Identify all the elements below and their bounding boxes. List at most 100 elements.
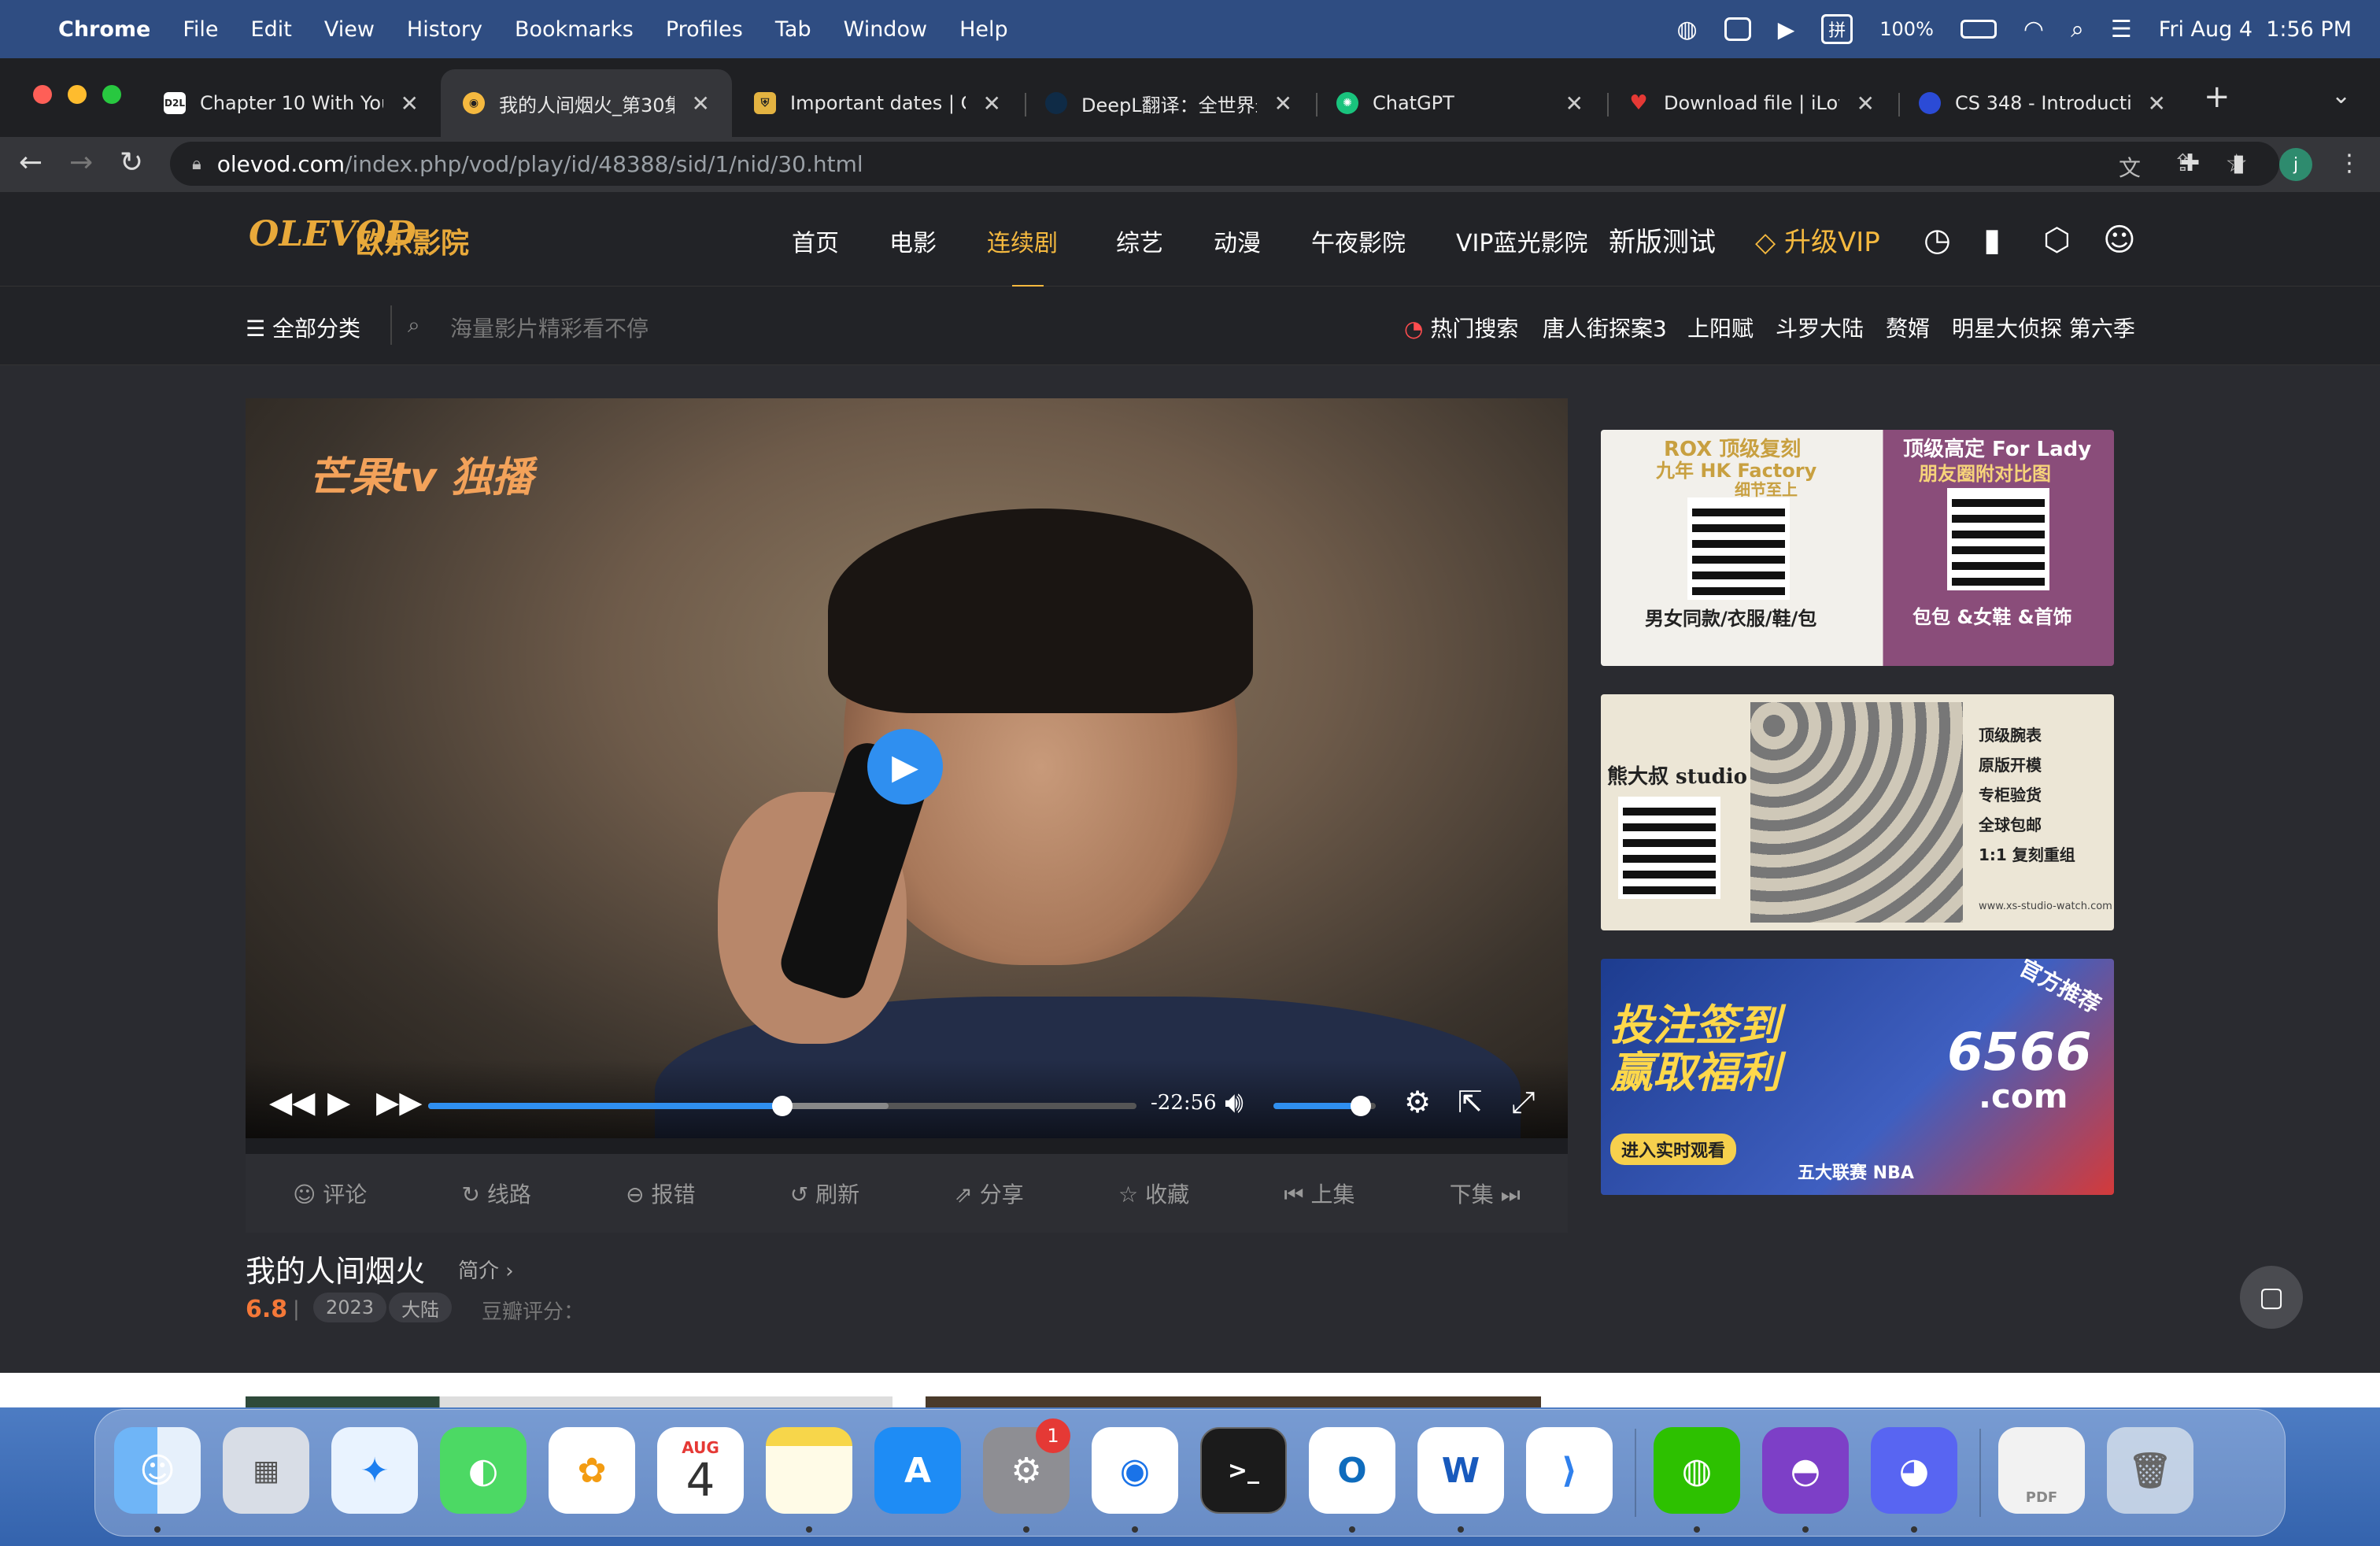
- word-icon[interactable]: W: [1417, 1427, 1504, 1514]
- tab-olevod[interactable]: ◉ 我的人间烟火_第30集 ✕: [441, 69, 732, 137]
- nav-midnight[interactable]: 午夜影院: [1311, 224, 1406, 258]
- spotlight-search-icon[interactable]: ⌕: [2071, 16, 2084, 43]
- chrome-menu-icon[interactable]: ⋮: [2338, 150, 2361, 177]
- upgrade-vip-link[interactable]: ◇ 升级VIP: [1755, 220, 1880, 259]
- address-bar[interactable]: 🔒︎ olevod.com /index.php/vod/play/id/483…: [170, 142, 2279, 186]
- outlook-status-icon[interactable]: [1724, 17, 1751, 41]
- tab-close-icon[interactable]: ✕: [1565, 91, 1584, 117]
- region-tag[interactable]: 大陆: [389, 1293, 452, 1322]
- pdf-document-icon[interactable]: PDF: [1998, 1427, 2085, 1514]
- menu-bookmarks[interactable]: Bookmarks: [515, 17, 634, 42]
- input-method-icon[interactable]: 拼: [1821, 14, 1853, 44]
- tab-search-chevron-icon[interactable]: ⌄: [2331, 82, 2351, 109]
- notes-icon[interactable]: [766, 1427, 852, 1514]
- cube-icon[interactable]: ⬡: [2043, 222, 2071, 258]
- tab-close-icon[interactable]: ✕: [983, 91, 1001, 117]
- media-play-status-icon[interactable]: ▶: [1778, 17, 1795, 43]
- tab-chapter-10[interactable]: D2L Chapter 10 With You ✕: [142, 69, 441, 137]
- all-categories-button[interactable]: ☰ 全部分类: [246, 312, 360, 343]
- control-center-icon[interactable]: ☰: [2111, 16, 2132, 43]
- terminal-icon[interactable]: >_: [1200, 1427, 1287, 1514]
- wechat-status-icon[interactable]: ◍: [1677, 16, 1698, 43]
- site-logo-cn[interactable]: 欧乐影院: [356, 220, 469, 261]
- hot-search-item[interactable]: 赘婿: [1886, 312, 1930, 343]
- favorite-button[interactable]: ☆ 收藏: [1118, 1178, 1189, 1209]
- lock-icon[interactable]: 🔒︎: [192, 154, 201, 174]
- play-pause-icon[interactable]: ▶: [327, 1085, 350, 1119]
- menu-file[interactable]: File: [183, 17, 218, 42]
- previous-episode-button[interactable]: ⏮ 上集: [1284, 1178, 1354, 1209]
- nav-anime[interactable]: 动漫: [1214, 224, 1261, 258]
- minimize-window-button[interactable]: [68, 85, 87, 104]
- hot-search-item[interactable]: 唐人街探案3: [1543, 312, 1667, 343]
- tab-close-icon[interactable]: ✕: [401, 91, 419, 117]
- comment-button[interactable]: ☺ 评论: [293, 1178, 367, 1209]
- new-tab-button[interactable]: +: [2204, 79, 2230, 115]
- tab-close-icon[interactable]: ✕: [1857, 91, 1875, 117]
- thumbnail[interactable]: [926, 1396, 1541, 1407]
- calendar-icon[interactable]: AUG 4: [657, 1427, 744, 1514]
- settings-gear-icon[interactable]: ⚙: [1404, 1085, 1431, 1119]
- battery-icon[interactable]: [1960, 20, 1997, 39]
- video-frame[interactable]: 芒果tv 独播 ▶ ◀◀ ▶ ▶▶ -22:56 🔊︎ ⚙ ⇱ ⤢: [246, 398, 1568, 1138]
- safari-icon[interactable]: ✦: [331, 1427, 418, 1514]
- trash-icon[interactable]: 🗑︎: [2107, 1427, 2193, 1514]
- history-clock-icon[interactable]: ◷: [1924, 222, 1951, 258]
- ad-banner-watches[interactable]: 熊大叔 studio 顶级腕表 原版开模 专柜验货 全球包邮 1:1 复刻重组 …: [1601, 694, 2114, 930]
- hot-search-item[interactable]: 斗罗大陆: [1776, 312, 1864, 343]
- tab-deepl[interactable]: DeepL翻译：全世界最 ✕: [1023, 69, 1314, 137]
- translate-icon[interactable]: 文: [2119, 151, 2141, 183]
- volume-handle[interactable]: [1350, 1096, 1371, 1116]
- search-input[interactable]: 海量影片精彩看不停: [450, 312, 649, 343]
- menubar-datetime[interactable]: Fri Aug 4 1:56 PM: [2159, 17, 2352, 42]
- floating-feedback-button[interactable]: ▢: [2240, 1266, 2303, 1329]
- extensions-puzzle-icon[interactable]: ✚: [2180, 150, 2200, 177]
- refresh-button[interactable]: ↺ 刷新: [790, 1178, 859, 1209]
- photos-icon[interactable]: ✿: [549, 1427, 635, 1514]
- discord-icon[interactable]: ◕: [1871, 1427, 1957, 1514]
- wifi-icon[interactable]: ◠: [2023, 16, 2044, 43]
- messages-icon[interactable]: ◐: [440, 1427, 527, 1514]
- reload-icon[interactable]: ↻: [120, 146, 143, 179]
- close-window-button[interactable]: [33, 85, 52, 104]
- tab-close-icon[interactable]: ✕: [2148, 91, 2166, 117]
- next-episode-button[interactable]: 下集 ⏭: [1450, 1178, 1521, 1209]
- finder-icon[interactable]: ☺: [114, 1427, 201, 1514]
- launchpad-icon[interactable]: ▦: [223, 1427, 309, 1514]
- chrome-icon[interactable]: ◉: [1092, 1427, 1178, 1514]
- volume-icon[interactable]: 🔊︎: [1225, 1085, 1244, 1120]
- user-smile-icon[interactable]: ☺: [2103, 222, 2136, 258]
- tab-cs348[interactable]: CS 348 - Introductior ✕: [1897, 69, 2188, 137]
- app-store-icon[interactable]: A: [874, 1427, 961, 1514]
- thumbnail[interactable]: [246, 1396, 893, 1407]
- share-button[interactable]: ⇗ 分享: [954, 1178, 1023, 1209]
- hot-search-item[interactable]: 上阳赋: [1687, 312, 1754, 343]
- github-desktop-icon[interactable]: ◓: [1762, 1427, 1849, 1514]
- popout-icon[interactable]: ⇱: [1458, 1085, 1483, 1119]
- zoom-window-button[interactable]: [102, 85, 121, 104]
- tab-important-dates[interactable]: ⛨ Important dates | Co ✕: [732, 69, 1023, 137]
- ranking-bars-icon[interactable]: ▮: [1983, 222, 2001, 258]
- menu-view[interactable]: View: [324, 17, 375, 42]
- menu-app-chrome[interactable]: Chrome: [58, 17, 150, 42]
- outlook-icon[interactable]: O: [1309, 1427, 1395, 1514]
- ad-watch-button[interactable]: 进入实时观看: [1610, 1134, 1737, 1165]
- nav-movies[interactable]: 电影: [889, 224, 937, 258]
- progress-handle[interactable]: [772, 1096, 793, 1116]
- big-play-button[interactable]: ▶: [867, 729, 943, 804]
- tab-close-icon[interactable]: ✕: [692, 91, 710, 117]
- tab-chatgpt[interactable]: ✺ ChatGPT ✕: [1314, 69, 1606, 137]
- rewind-icon[interactable]: ◀◀: [269, 1085, 315, 1119]
- forward-arrow-icon[interactable]: →: [69, 146, 93, 179]
- route-button[interactable]: ↻ 线路: [461, 1178, 530, 1209]
- vscode-icon[interactable]: ⟩: [1526, 1427, 1613, 1514]
- menu-window[interactable]: Window: [844, 17, 927, 42]
- nav-series[interactable]: 连续剧: [987, 224, 1058, 258]
- search-icon[interactable]: ⌕: [408, 312, 420, 338]
- report-button[interactable]: ⊖ 报错: [626, 1178, 695, 1209]
- year-tag[interactable]: 2023: [313, 1293, 387, 1322]
- ad-banner-fashion[interactable]: ROX 顶级复刻 九年 HK Factory 细节至上 男女同款/衣服/鞋/包 …: [1601, 430, 2114, 666]
- profile-avatar[interactable]: j: [2279, 148, 2312, 181]
- ad-banner-sports-betting[interactable]: 投注签到 赢取福利 6566 .com 官方推荐 进入实时观看 五大联赛 NBA: [1601, 959, 2114, 1195]
- menu-history[interactable]: History: [407, 17, 482, 42]
